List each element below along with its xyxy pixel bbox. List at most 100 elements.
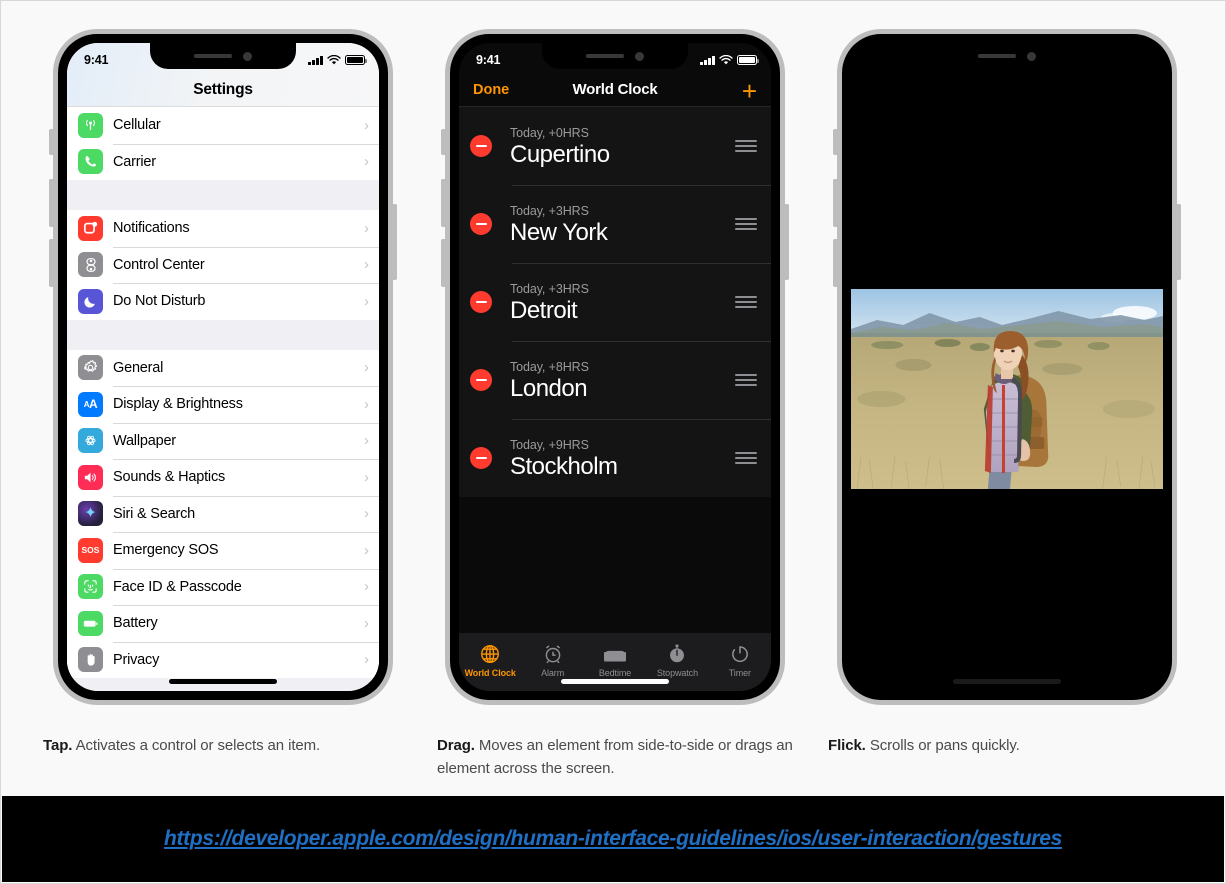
sidebar-item-do-not-disturb[interactable]: Do Not Disturb › [67, 283, 379, 320]
list-item[interactable]: Today, +3HRS New York [459, 185, 771, 263]
tab-world-clock[interactable]: World Clock [459, 643, 521, 678]
status-bar-indicators [700, 54, 760, 66]
clock-offset: Today, +9HRS [510, 437, 589, 452]
clock-text: Today, +3HRS New York [510, 202, 735, 246]
sidebar-item-label: Battery [113, 615, 158, 632]
tab-timer[interactable]: Timer [709, 643, 771, 678]
delete-icon[interactable] [470, 213, 492, 235]
tab-alarm[interactable]: Alarm [521, 643, 583, 678]
phone-screen-world-clock: 9:41 Done World Clock + Today, +0HRS Cup… [459, 43, 771, 691]
empty-space [459, 497, 771, 633]
tab-label: Timer [728, 667, 751, 678]
chevron-right-icon: › [364, 578, 369, 596]
sidebar-item-control-center[interactable]: Control Center › [67, 246, 379, 283]
clock-city: Cupertino [510, 140, 610, 168]
delete-icon[interactable] [470, 135, 492, 157]
source-url-link[interactable]: https://developer.apple.com/design/human… [164, 827, 1062, 851]
sidebar-item-wallpaper[interactable]: Wallpaper › [67, 422, 379, 459]
power-button[interactable] [1177, 204, 1181, 280]
clock-text: Today, +9HRS Stockholm [510, 436, 735, 480]
power-button[interactable] [393, 204, 397, 280]
tab-label: World Clock [464, 667, 516, 678]
tab-bedtime[interactable]: Bedtime [584, 643, 646, 678]
tab-label: Alarm [541, 667, 565, 678]
sidebar-item-privacy[interactable]: Privacy › [67, 641, 379, 678]
list-item[interactable]: Today, +9HRS Stockholm [459, 419, 771, 497]
volume-up-button[interactable] [441, 179, 445, 227]
phone-screen-photo[interactable] [851, 43, 1163, 691]
caption-tap: Tap. Activates a control or selects an i… [43, 734, 433, 757]
delete-icon[interactable] [470, 369, 492, 391]
front-camera-icon [1027, 51, 1036, 61]
sidebar-item-display-brightness[interactable]: AA Display & Brightness › [67, 386, 379, 423]
photo-hiker-in-field [851, 289, 1163, 489]
silent-switch[interactable] [441, 129, 445, 155]
clock-offset: Today, +8HRS [510, 359, 589, 374]
list-item[interactable]: Today, +0HRS Cupertino [459, 107, 771, 185]
front-camera-icon [635, 51, 644, 61]
volume-down-button[interactable] [49, 239, 53, 287]
earpiece-speaker-icon [194, 54, 232, 58]
sidebar-item-label: Emergency SOS [113, 542, 219, 559]
world-clock-list[interactable]: Today, +0HRS Cupertino Today, +3HRS New … [459, 107, 771, 497]
delete-icon[interactable] [470, 447, 492, 469]
list-item[interactable]: Today, +3HRS Detroit [459, 263, 771, 341]
clock-offset: Today, +3HRS [510, 281, 589, 296]
sidebar-item-sounds-haptics[interactable]: Sounds & Haptics › [67, 459, 379, 496]
sidebar-item-label: Wallpaper [113, 432, 176, 449]
drag-handle-icon[interactable] [735, 218, 757, 230]
chevron-right-icon: › [364, 153, 369, 171]
sidebar-item-general[interactable]: General › [67, 349, 379, 386]
sidebar-item-notifications[interactable]: Notifications › [67, 210, 379, 247]
settings-group-connectivity: Cellular › Carrier › [67, 107, 379, 180]
settings-group-system: General › AA Display & Brightness › Wall… [67, 349, 379, 678]
sidebar-item-carrier[interactable]: Carrier › [67, 143, 379, 180]
phone-icon [78, 149, 103, 175]
drag-handle-icon[interactable] [735, 452, 757, 464]
chevron-right-icon: › [364, 541, 369, 559]
settings-group-notifications: Notifications › Control Center › Do Not … [67, 210, 379, 320]
list-item[interactable]: Today, +8HRS London [459, 341, 771, 419]
volume-up-button[interactable] [833, 179, 837, 227]
notch [934, 43, 1080, 69]
drag-handle-icon[interactable] [735, 296, 757, 308]
home-indicator[interactable] [169, 679, 277, 684]
settings-group-divider [67, 319, 379, 350]
signal-bars-icon [308, 55, 323, 65]
delete-icon[interactable] [470, 291, 492, 313]
clock-text: Today, +0HRS Cupertino [510, 124, 735, 168]
phone-bezel: 9:41 Done World Clock + Today, +0HRS Cup… [450, 34, 780, 700]
sidebar-item-battery[interactable]: Battery › [67, 605, 379, 642]
settings-list[interactable]: Cellular › Carrier › Notifications › Con… [67, 107, 379, 691]
sidebar-item-cellular[interactable]: Cellular › [67, 107, 379, 144]
silent-switch[interactable] [833, 129, 837, 155]
battery-icon [345, 55, 368, 65]
clock-app: Done World Clock + Today, +0HRS Cupertin… [459, 43, 771, 691]
add-clock-button[interactable]: + [742, 78, 757, 104]
sidebar-item-label: Cellular [113, 117, 161, 134]
power-button[interactable] [785, 204, 789, 280]
drag-handle-icon[interactable] [735, 374, 757, 386]
phone-bezel [842, 34, 1172, 700]
silent-switch[interactable] [49, 129, 53, 155]
volume-down-button[interactable] [441, 239, 445, 287]
sidebar-item-label: Face ID & Passcode [113, 578, 242, 595]
sidebar-item-siri-search[interactable]: Siri & Search › [67, 495, 379, 532]
home-indicator[interactable] [953, 679, 1061, 684]
timer-icon [731, 645, 748, 662]
sidebar-item-face-id-passcode[interactable]: Face ID & Passcode › [67, 568, 379, 605]
photo-container[interactable] [851, 289, 1163, 489]
volume-up-button[interactable] [49, 179, 53, 227]
speaker-icon [78, 464, 103, 490]
drag-handle-icon[interactable] [735, 140, 757, 152]
tab-stopwatch[interactable]: Stopwatch [646, 643, 708, 678]
page-root: 9:41 Settings Cellular › Carrier › Notif… [0, 0, 1226, 884]
chevron-right-icon: › [364, 359, 369, 377]
sidebar-item-label: Do Not Disturb [113, 293, 206, 310]
battery-settings-icon [78, 610, 103, 636]
volume-down-button[interactable] [833, 239, 837, 287]
control-center-icon [78, 252, 103, 278]
home-indicator[interactable] [561, 679, 669, 684]
caption-term: Drag. [437, 737, 475, 754]
sidebar-item-emergency-sos[interactable]: SOS Emergency SOS › [67, 532, 379, 569]
